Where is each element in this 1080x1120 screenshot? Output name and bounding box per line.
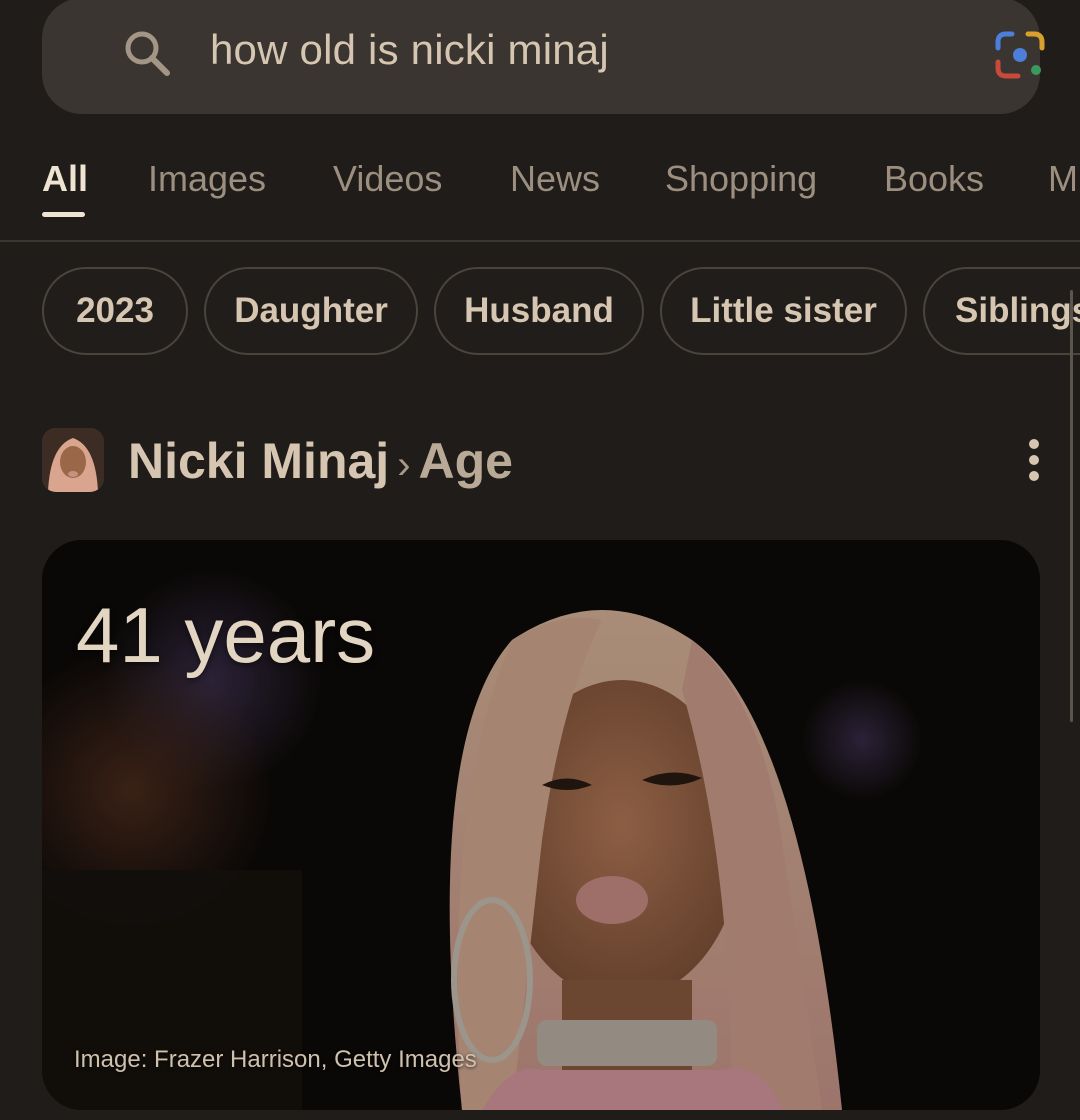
search-input[interactable]: how old is nicki minaj	[210, 26, 609, 74]
entity-breadcrumb[interactable]: Nicki Minaj › Age	[128, 432, 513, 490]
entity-attribute: Age	[418, 433, 513, 489]
entity-thumbnail[interactable]	[42, 428, 104, 492]
search-icon[interactable]	[122, 28, 172, 78]
tab-images[interactable]: Images	[148, 158, 266, 200]
chip-husband[interactable]: Husband	[434, 267, 644, 355]
entity-name[interactable]: Nicki Minaj	[128, 433, 389, 489]
image-credit: Image: Frazer Harrison, Getty Images	[74, 1046, 477, 1073]
answer-card[interactable]: 41 years Image: Frazer Harrison, Getty I…	[42, 540, 1040, 1110]
search-results-page: how old is nicki minaj All Images Videos…	[0, 0, 1080, 1120]
chip-siblings[interactable]: Siblings	[923, 267, 1080, 355]
search-bar[interactable]: how old is nicki minaj	[42, 0, 1045, 114]
chip-daughter[interactable]: Daughter	[204, 267, 418, 355]
tab-more[interactable]: M	[1048, 158, 1078, 200]
tab-all[interactable]: All	[42, 158, 88, 200]
tabs-divider	[0, 240, 1080, 242]
tab-videos[interactable]: Videos	[333, 158, 442, 200]
search-tabs: All Images Videos News Shopping Books M	[0, 150, 1080, 240]
tab-books[interactable]: Books	[884, 158, 984, 200]
google-lens-icon[interactable]	[994, 30, 1046, 80]
active-tab-indicator	[42, 212, 85, 217]
tab-shopping[interactable]: Shopping	[665, 158, 817, 200]
tab-news[interactable]: News	[510, 158, 600, 200]
answer-value: 41 years	[76, 591, 376, 679]
more-vert-icon[interactable]	[1014, 436, 1054, 488]
chip-2023[interactable]: 2023	[42, 267, 188, 355]
chip-little-sister[interactable]: Little sister	[660, 267, 907, 355]
scrollbar[interactable]	[1070, 290, 1073, 722]
breadcrumb-separator: ›	[397, 443, 411, 487]
